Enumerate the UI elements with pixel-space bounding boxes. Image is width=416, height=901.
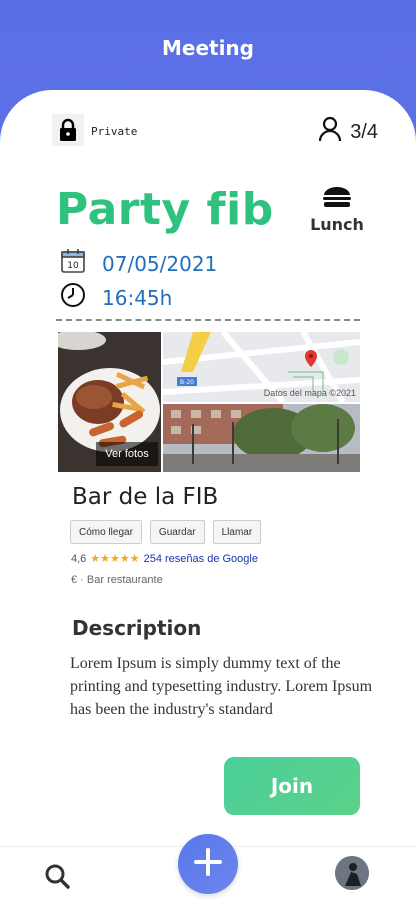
time-row: 16:45h [60, 282, 172, 313]
rating-value: 4,6 [71, 552, 87, 565]
page-title: Meeting [161, 36, 254, 60]
user-icon [318, 116, 342, 148]
burger-icon [322, 186, 352, 213]
reviews-link[interactable]: 254 reseñas de Google [144, 553, 258, 565]
rating-row: 4,6 ★★★★★ 254 reseñas de Google [71, 552, 258, 566]
add-button[interactable] [178, 834, 238, 894]
header: Meeting [0, 0, 416, 95]
date-row: 10 07/05/2021 [60, 248, 217, 279]
time-label: 16:45h [102, 285, 173, 310]
category: Lunch [310, 186, 364, 234]
avatar[interactable] [335, 856, 369, 890]
place-actions: Cómo llegar Guardar Llamar [70, 520, 262, 544]
lock-icon [52, 114, 84, 146]
place-type: € · Bar restaurante [71, 574, 163, 586]
call-button[interactable]: Llamar [212, 520, 262, 544]
clock-icon [60, 282, 86, 313]
food-photo[interactable]: Ver fotos [58, 332, 161, 472]
save-button[interactable]: Guardar [149, 520, 205, 544]
divider [56, 319, 360, 321]
street-view-thumbnail[interactable] [163, 404, 360, 472]
date-label: 07/05/2021 [102, 251, 218, 276]
svg-text:10: 10 [67, 261, 79, 271]
meeting-title: Party fib [56, 184, 274, 235]
plus-icon [194, 847, 222, 881]
participants-label: 3/4 [350, 120, 378, 143]
description-title: Description [72, 616, 202, 640]
search-icon[interactable] [44, 863, 70, 894]
directions-button[interactable]: Cómo llegar [70, 520, 142, 544]
participants-count: 3/4 [318, 116, 378, 148]
join-button[interactable]: Join [224, 757, 360, 815]
rating-stars: ★★★★★ [90, 553, 140, 565]
map-thumbnail[interactable]: B-20 Datos del mapa ©2021 [163, 332, 360, 402]
description-text: Lorem Ipsum is simply dummy text of the … [70, 655, 373, 718]
calendar-icon: 10 [60, 248, 86, 279]
privacy-label: Private [91, 125, 138, 138]
place-media[interactable]: Ver fotos B-20 Datos del mapa ©2021 [58, 332, 360, 472]
svg-text:B-20: B-20 [180, 379, 194, 386]
photos-button[interactable]: Ver fotos [96, 442, 158, 466]
map-credit: Datos del mapa ©2021 [263, 388, 356, 398]
category-label: Lunch [310, 215, 364, 234]
place-name: Bar de la FIB [72, 484, 219, 510]
meeting-card: Private 3/4 Party fib Lunch 10 07/05/202… [0, 90, 416, 850]
